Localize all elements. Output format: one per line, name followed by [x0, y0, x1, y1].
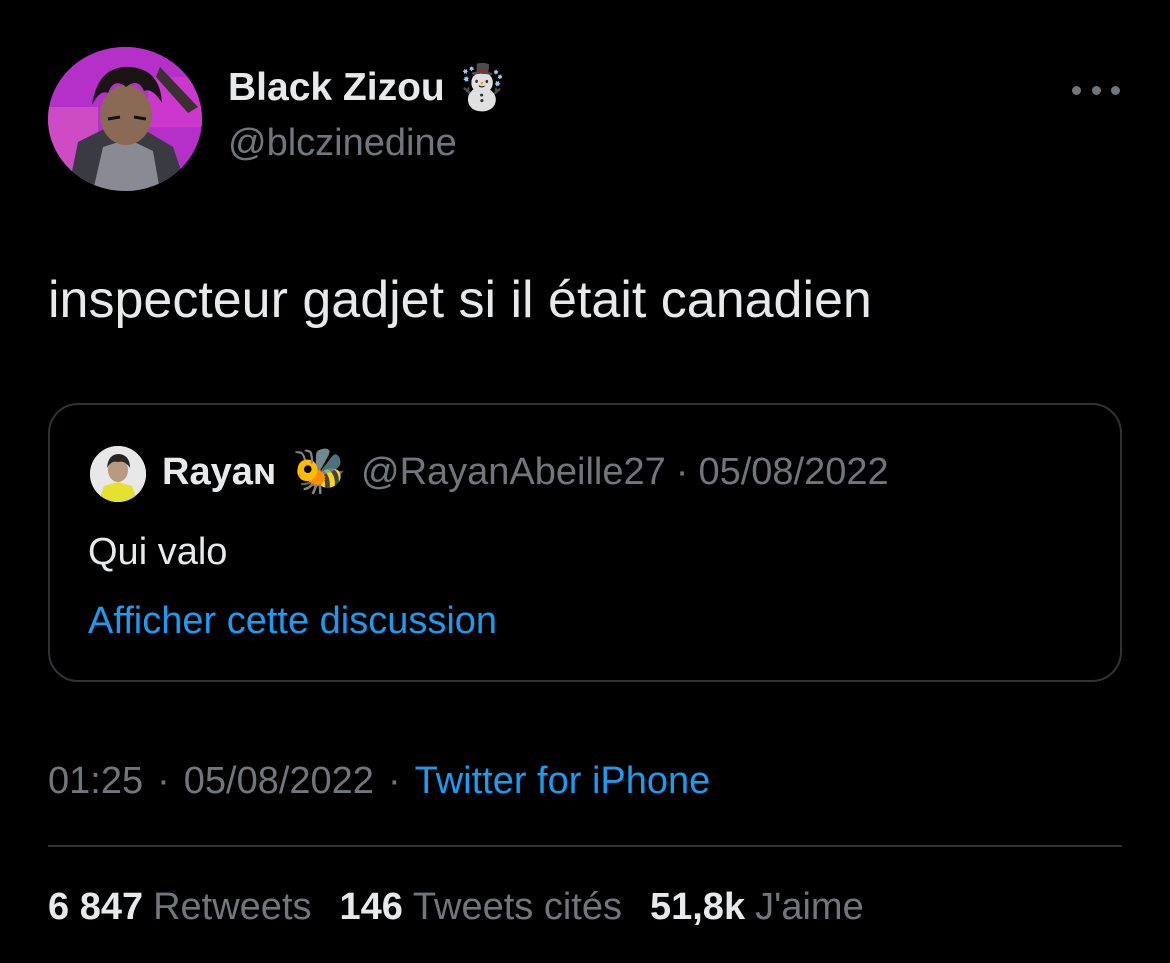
likes-stat[interactable]: 51,8k J'aime: [650, 886, 864, 929]
divider: [48, 845, 1122, 847]
meta-separator: ·: [387, 760, 401, 802]
author-display-name[interactable]: Black Zizou ☃️: [228, 66, 510, 110]
quoted-author-avatar[interactable]: [90, 446, 146, 502]
quote-tweets-stat[interactable]: 146 Tweets cités: [340, 886, 622, 929]
likes-label: J'aime: [755, 886, 864, 928]
tweet-meta: 01:25 · 05/08/2022 · Twitter for iPhone: [48, 760, 710, 803]
retweets-count: 6 847: [48, 886, 144, 928]
retweets-label: Retweets: [153, 886, 312, 928]
quoted-tweet-card[interactable]: Rayaɴ 🐝 @RayanAbeille27 · 05/08/2022 Qui…: [48, 403, 1122, 682]
quote-tweets-label: Tweets cités: [412, 886, 622, 928]
tweet-container: Black Zizou ☃️ @blczinedine inspecteur g…: [0, 0, 1170, 963]
more-horizontal-icon-dot: [1091, 85, 1101, 95]
quoted-author-handle[interactable]: @RayanAbeille27: [361, 451, 666, 494]
bee-emoji-icon: 🐝: [292, 447, 348, 496]
quoted-author-name[interactable]: Rayaɴ: [162, 451, 276, 494]
quoted-author-avatar-image: [90, 446, 146, 502]
quoted-tweet-date[interactable]: 05/08/2022: [698, 451, 888, 494]
tweet-stats: 6 847 Retweets 146 Tweets cités 51,8k J'…: [48, 886, 892, 929]
snowman-emoji-icon: ☃️: [454, 63, 510, 112]
author-avatar[interactable]: [48, 47, 202, 191]
author-avatar-image: [48, 47, 202, 191]
show-thread-link[interactable]: Afficher cette discussion: [88, 600, 497, 643]
meta-separator: ·: [157, 760, 170, 802]
tweet-time[interactable]: 01:25: [48, 760, 143, 803]
tweet-date[interactable]: 05/08/2022: [184, 760, 374, 803]
more-options-button[interactable]: [1072, 78, 1120, 102]
tweet-source-link[interactable]: Twitter for iPhone: [415, 760, 711, 803]
retweets-stat[interactable]: 6 847 Retweets: [48, 886, 312, 929]
quoted-tweet-text: Qui valo: [88, 531, 228, 573]
author-name-text: Black Zizou: [228, 66, 445, 109]
quoted-separator: ·: [675, 450, 689, 493]
tweet-text: inspecteur gadjet si il était canadien: [48, 271, 872, 329]
quoted-tweet-header: Rayaɴ 🐝 @RayanAbeille27 · 05/08/2022: [162, 450, 889, 494]
likes-count: 51,8k: [649, 886, 746, 928]
quote-tweets-count: 146: [339, 886, 403, 928]
more-horizontal-icon-dot: [1072, 85, 1081, 95]
more-horizontal-icon-dot: [1111, 85, 1120, 95]
author-handle[interactable]: @blczinedine: [228, 122, 457, 165]
